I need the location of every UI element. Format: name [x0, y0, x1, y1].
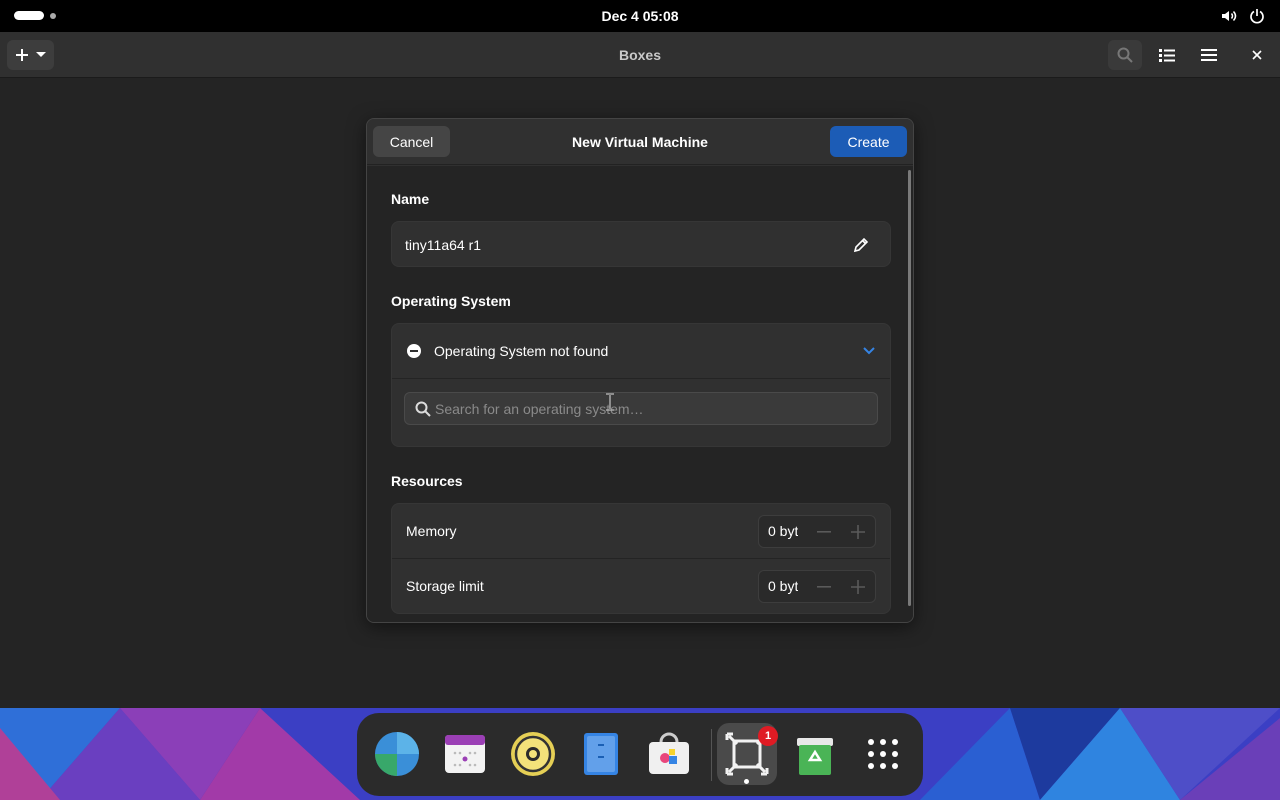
- os-status-text: Operating System not found: [434, 343, 609, 359]
- memory-label: Memory: [406, 523, 457, 539]
- workspace-dot: [50, 12, 56, 19]
- activities-indicator[interactable]: [14, 11, 56, 20]
- list-view-icon: [1159, 49, 1175, 62]
- dock-software[interactable]: [639, 723, 699, 785]
- app-title: Boxes: [618, 47, 662, 63]
- close-icon: [1252, 50, 1262, 60]
- memory-increase-button[interactable]: [841, 516, 875, 547]
- minus-icon: [817, 585, 831, 588]
- dialog-title: New Virtual Machine: [572, 134, 708, 150]
- dock-trash[interactable]: [785, 723, 845, 785]
- dock: 1: [357, 713, 923, 796]
- plus-icon: [851, 524, 865, 539]
- storage-value[interactable]: 0 byt: [768, 571, 798, 602]
- minus-icon: [817, 530, 831, 533]
- resources-box: Memory 0 byt Storage limit 0 byt: [391, 503, 891, 614]
- os-expander-row[interactable]: Operating System not found: [392, 324, 890, 379]
- plus-icon: [15, 49, 28, 61]
- memory-value[interactable]: 0 byt: [768, 516, 798, 547]
- files-icon: [584, 733, 618, 775]
- chevron-down-icon: [35, 52, 46, 57]
- dock-calendar[interactable]: [435, 723, 495, 785]
- volume-icon[interactable]: [1220, 7, 1238, 25]
- new-vm-menu-button[interactable]: [7, 40, 54, 70]
- boxes-notification-badge: 1: [758, 726, 778, 746]
- running-indicator: [744, 779, 749, 784]
- memory-decrease-button[interactable]: [807, 516, 841, 547]
- power-icon[interactable]: [1248, 7, 1266, 25]
- text-cursor-icon: [606, 393, 614, 411]
- name-field[interactable]: tiny11a64 r1: [405, 222, 481, 268]
- edit-pencil-icon[interactable]: [853, 237, 869, 253]
- storage-decrease-button[interactable]: [807, 571, 841, 602]
- cancel-button[interactable]: Cancel: [373, 126, 450, 157]
- search-button[interactable]: [1108, 40, 1142, 70]
- storage-increase-button[interactable]: [841, 571, 875, 602]
- search-icon: [1117, 47, 1133, 63]
- software-store-icon: [649, 732, 689, 774]
- memory-spinbutton[interactable]: 0 byt: [758, 515, 876, 548]
- resources-section-label: Resources: [391, 473, 463, 489]
- os-search-input[interactable]: [435, 393, 865, 424]
- storage-label: Storage limit: [406, 578, 484, 594]
- chevron-down-icon[interactable]: [862, 345, 876, 355]
- search-icon: [415, 401, 431, 417]
- storage-spinbutton[interactable]: 0 byt: [758, 570, 876, 603]
- new-vm-dialog: Cancel New Virtual Machine Create Name t…: [366, 118, 914, 623]
- view-toggle-button[interactable]: [1150, 40, 1184, 70]
- main-menu-button[interactable]: [1192, 40, 1226, 70]
- storage-row: Storage limit 0 byt: [392, 559, 890, 614]
- plus-icon: [851, 579, 865, 594]
- workspace-active-pill: [14, 11, 44, 20]
- window-close-button[interactable]: [1240, 40, 1274, 70]
- name-section-label: Name: [391, 191, 430, 207]
- os-expander: Operating System not found: [391, 323, 891, 447]
- dock-app-grid[interactable]: [853, 723, 913, 785]
- os-search-entry[interactable]: [404, 392, 878, 425]
- clock[interactable]: Dec 4 05:08: [601, 8, 678, 24]
- hamburger-icon: [1201, 49, 1217, 61]
- not-found-icon: [407, 344, 421, 358]
- dock-files[interactable]: [571, 723, 631, 785]
- web-browser-icon: [375, 732, 419, 776]
- dialog-header: Cancel New Virtual Machine Create: [367, 119, 913, 165]
- music-player-icon: [511, 732, 555, 776]
- dialog-scrollbar[interactable]: [908, 170, 911, 606]
- dock-web-browser[interactable]: [367, 723, 427, 785]
- top-bar: Dec 4 05:08: [0, 0, 1280, 32]
- memory-row: Memory 0 byt: [392, 504, 890, 559]
- app-grid-icon: [868, 739, 898, 769]
- dock-rhythmbox[interactable]: [503, 723, 563, 785]
- calendar-icon: [445, 735, 485, 773]
- create-button[interactable]: Create: [830, 126, 907, 157]
- name-entry-row[interactable]: tiny11a64 r1: [391, 221, 891, 267]
- dialog-body: Name tiny11a64 r1 Operating System Opera…: [367, 166, 913, 622]
- os-section-label: Operating System: [391, 293, 511, 309]
- app-headerbar: Boxes: [0, 32, 1280, 78]
- trash-icon: [797, 738, 833, 775]
- dock-separator: [711, 729, 712, 781]
